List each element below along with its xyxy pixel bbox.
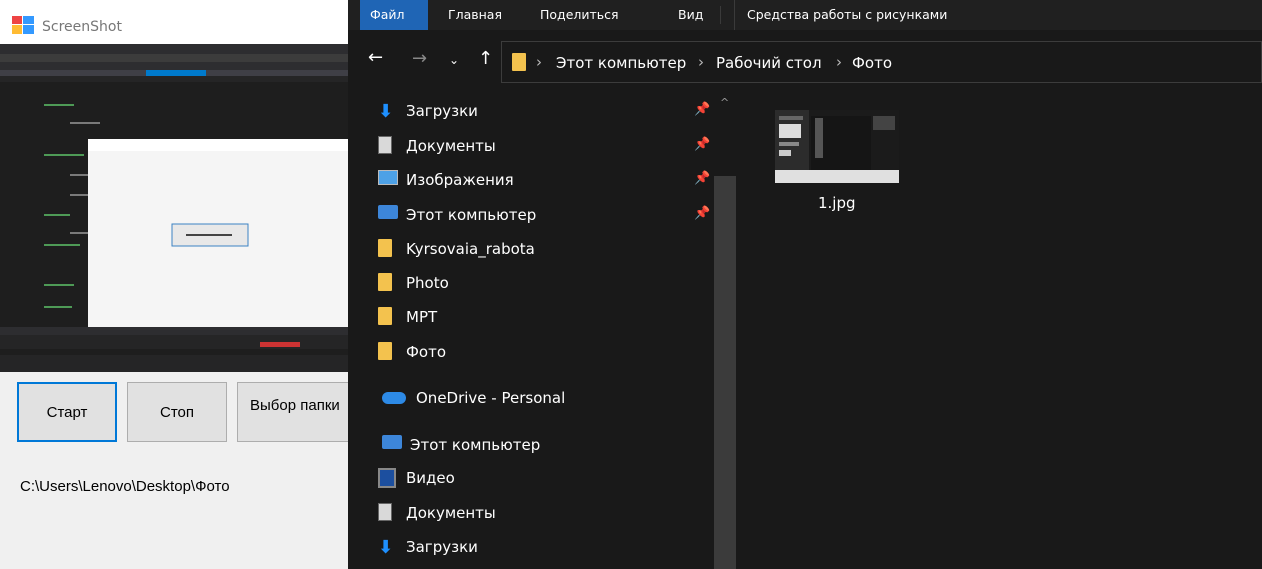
tab-share[interactable]: Поделиться xyxy=(540,0,619,30)
select-folder-button[interactable]: Выбор папки xyxy=(237,382,352,442)
nav-item-label: Загрузки xyxy=(406,538,478,556)
nav-item-label: Этот компьютер xyxy=(406,206,537,224)
folder-icon xyxy=(512,53,526,71)
nav-item-downloads-pc[interactable]: ⬇ Загрузки xyxy=(378,532,478,562)
nav-item-label: Видео xyxy=(406,469,455,487)
folder-icon xyxy=(378,342,392,360)
nav-item-photo[interactable]: Photo xyxy=(378,268,449,298)
start-button[interactable]: Старт xyxy=(17,382,117,442)
nav-item-this-pc-quick[interactable]: Этот компьютер xyxy=(378,200,536,230)
nav-item-onedrive[interactable]: OneDrive - Personal xyxy=(382,383,565,413)
up-arrow-icon[interactable]: ↑ xyxy=(478,50,493,68)
breadcrumb-separator-icon: › xyxy=(836,53,842,71)
nav-item-label: Документы xyxy=(406,504,496,522)
tab-home[interactable]: Главная xyxy=(448,0,502,30)
back-arrow-icon[interactable]: ← xyxy=(368,49,383,67)
file-explorer-window: Файл Главная Поделиться Вид Средства раб… xyxy=(348,0,1262,569)
pictures-icon xyxy=(378,170,398,185)
nav-item-documents-pc[interactable]: Документы xyxy=(378,498,496,528)
download-icon: ⬇ xyxy=(378,101,394,122)
breadcrumb-separator-icon: › xyxy=(698,53,704,71)
nav-item-label: Изображения xyxy=(406,171,514,189)
nav-item-label: Фото xyxy=(406,343,447,361)
pin-icon[interactable]: 📌 xyxy=(694,171,710,186)
pin-icon[interactable]: 📌 xyxy=(694,137,710,152)
navigation-pane: ^ ⬇ Загрузки 📌 Документы 📌 Изображения 📌… xyxy=(348,94,738,569)
documents-icon xyxy=(378,136,392,154)
nav-item-label: Kyrsovaia_rabota xyxy=(406,240,535,258)
breadcrumb-photo[interactable]: Фото xyxy=(852,54,892,72)
nav-item-kyrsovaia[interactable]: Kyrsovaia_rabota xyxy=(378,234,535,264)
folder-icon xyxy=(378,273,392,291)
file-thumbnail-image[interactable] xyxy=(775,110,899,183)
pin-icon[interactable]: 📌 xyxy=(694,206,710,221)
folder-icon xyxy=(378,307,392,325)
nav-item-label: Photo xyxy=(406,274,449,292)
computer-icon xyxy=(378,205,398,219)
folder-icon xyxy=(378,239,392,257)
tab-view[interactable]: Вид xyxy=(678,0,703,30)
nav-item-foto[interactable]: Фото xyxy=(378,337,446,367)
pin-icon[interactable]: 📌 xyxy=(694,102,710,117)
forward-arrow-icon[interactable]: → xyxy=(412,50,427,68)
tab-picture-tools[interactable]: Средства работы с рисунками xyxy=(734,0,947,30)
nav-item-label: OneDrive - Personal xyxy=(416,389,566,407)
screenshot-app-window: ScreenShot Старт Стоп Выбор папки C:\Use… xyxy=(0,0,352,569)
address-bar[interactable]: › Этот компьютер › Рабочий стол › Фото xyxy=(501,41,1262,83)
nav-item-pictures[interactable]: Изображения xyxy=(378,165,514,195)
stop-button[interactable]: Стоп xyxy=(127,382,227,442)
tab-file[interactable]: Файл xyxy=(360,0,428,30)
nav-item-label: Этот компьютер xyxy=(410,436,541,454)
app-title: ScreenShot xyxy=(42,19,122,35)
ribbon-divider xyxy=(720,6,721,24)
recent-locations-chevron-icon[interactable]: ⌄ xyxy=(449,54,459,66)
scroll-up-chevron-icon[interactable]: ^ xyxy=(720,96,729,109)
file-name[interactable]: 1.jpg xyxy=(818,194,856,212)
breadcrumb-this-pc[interactable]: Этот компьютер xyxy=(556,54,686,72)
nav-pane-scrollbar[interactable] xyxy=(714,176,736,569)
nav-item-documents[interactable]: Документы xyxy=(378,131,496,161)
breadcrumb-separator-icon: › xyxy=(536,53,542,71)
app-title-bar: ScreenShot xyxy=(0,0,352,44)
nav-item-this-pc[interactable]: Этот компьютер xyxy=(382,430,540,460)
selected-folder-path: C:\Users\Lenovo\Desktop\Фото xyxy=(20,478,230,495)
ribbon-tabs: Файл Главная Поделиться Вид Средства раб… xyxy=(348,0,1262,31)
video-icon xyxy=(378,468,396,488)
download-icon: ⬇ xyxy=(378,537,394,558)
nav-item-video[interactable]: Видео xyxy=(378,463,455,493)
screenshot-preview-image xyxy=(0,44,352,372)
nav-item-label: Загрузки xyxy=(406,102,478,120)
documents-icon xyxy=(378,503,392,521)
nav-item-mpt[interactable]: MPT xyxy=(378,302,437,332)
nav-item-label: MPT xyxy=(406,308,438,326)
nav-item-label: Документы xyxy=(406,137,496,155)
app-icon xyxy=(12,16,34,34)
computer-icon xyxy=(382,435,402,449)
breadcrumb-desktop[interactable]: Рабочий стол xyxy=(716,54,822,72)
onedrive-icon xyxy=(382,392,406,404)
nav-item-downloads[interactable]: ⬇ Загрузки xyxy=(378,96,478,126)
